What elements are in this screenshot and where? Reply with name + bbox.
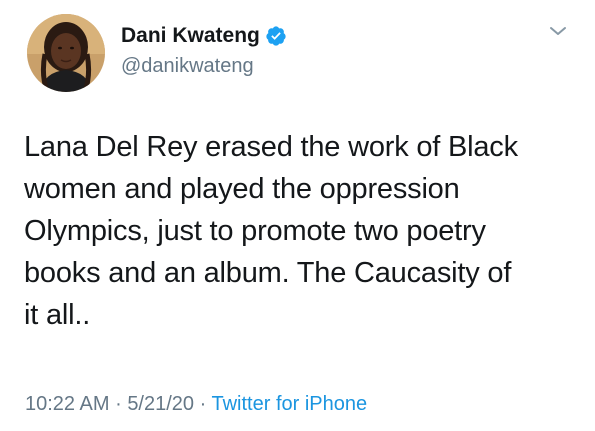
verified-badge-icon [265, 25, 287, 47]
author-handle[interactable]: @danikwateng [121, 54, 254, 78]
tweet-source-link[interactable]: Twitter for iPhone [211, 393, 367, 415]
tweet-text-line: books and an album. The Caucasity of [24, 257, 512, 289]
tweet-card: Dani Kwateng @danikwateng Lana Del Rey e… [0, 0, 595, 431]
avatar-image [27, 14, 105, 92]
tweet-date[interactable]: 5/21/20 [127, 393, 194, 415]
avatar[interactable] [27, 14, 105, 92]
tweet-text-line: Lana Del Rey erased the work of Black [24, 131, 518, 163]
tweet-metadata: 10:22 AM · 5/21/20 · Twitter for iPhone [25, 392, 367, 416]
meta-separator: · [115, 393, 122, 415]
display-name[interactable]: Dani Kwateng [121, 23, 260, 49]
tweet-text: Lana Del Rey erased the work of Black wo… [24, 126, 584, 336]
tweet-time[interactable]: 10:22 AM [25, 393, 110, 415]
author-name-row[interactable]: Dani Kwateng [121, 23, 287, 49]
chevron-down-icon[interactable] [548, 24, 568, 38]
tweet-text-line: it all.. [24, 299, 91, 331]
tweet-text-line: Olympics, just to promote two poetry [24, 215, 486, 247]
tweet-text-line: women and played the oppression [24, 173, 460, 205]
meta-separator: · [199, 393, 207, 415]
